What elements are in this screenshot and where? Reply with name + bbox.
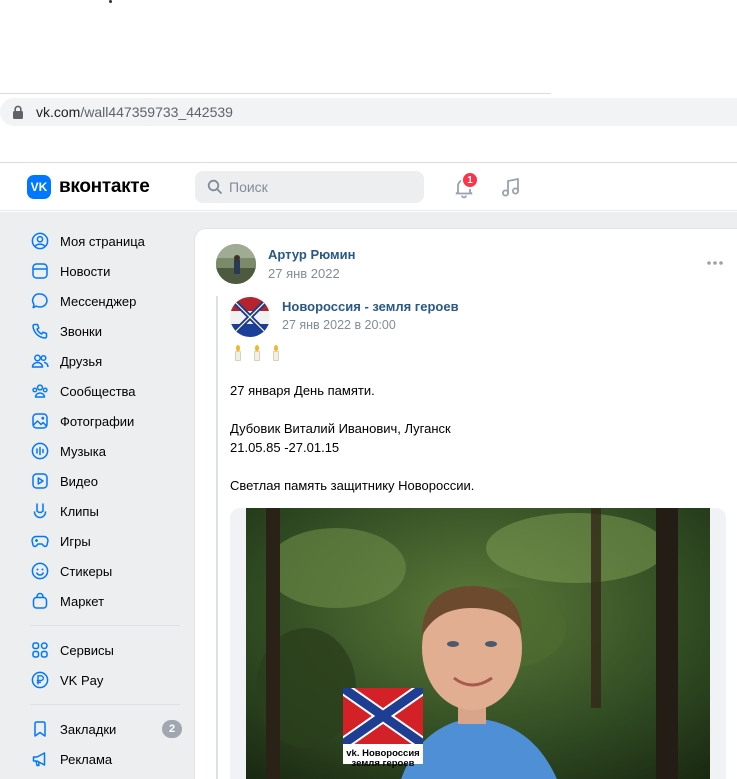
repost-group-name[interactable]: Новороссия - земля героев (282, 299, 459, 314)
sidebar-item-label: Мессенджер (60, 293, 137, 309)
vkpay-icon (30, 670, 50, 690)
video-icon (30, 471, 50, 491)
gamepad-icon (30, 531, 50, 551)
sidebar-item-label: Музыка (60, 443, 106, 459)
music-wave-icon (30, 441, 50, 461)
vk-logo[interactable]: VK вконтакте (27, 175, 150, 199)
sidebar-item-label: Моя страница (60, 233, 145, 249)
sidebar-item-label: Звонки (60, 323, 102, 339)
sidebar-item-friends[interactable]: Друзья (30, 346, 182, 376)
sidebar-item-label: Сообщества (60, 383, 136, 399)
community-icon (30, 381, 50, 401)
url-path: /wall447359733_442539 (80, 104, 233, 120)
sidebar-item-label: Друзья (60, 353, 103, 369)
lock-icon[interactable] (12, 105, 24, 119)
vk-header: VK вконтакте 1 (0, 163, 737, 211)
post-text-line: Дубовик Виталий Иванович, Луганск (230, 421, 451, 436)
browser-tab-dot (109, 0, 112, 3)
sidebar-item-music[interactable]: Музыка (30, 436, 182, 466)
vk-logo-text: вконтакте (59, 176, 150, 197)
sidebar-item-clips[interactable]: Клипы (30, 496, 182, 526)
post-text-line: 27 января День памяти. (230, 383, 375, 398)
sidebar-item-label: Фотографии (60, 413, 135, 429)
post-author-name[interactable]: Артур Рюмин (268, 247, 356, 262)
sidebar-item-communities[interactable]: Сообщества (30, 376, 182, 406)
sidebar-item-label: Реклама (60, 751, 113, 767)
post-date[interactable]: 27 янв 2022 (268, 266, 340, 281)
sidebar-item-label: Видео (60, 473, 98, 489)
sidebar-item-video[interactable]: Видео (30, 466, 182, 496)
more-options-icon[interactable] (705, 253, 725, 273)
candle-icon (250, 345, 263, 361)
smile-icon (30, 561, 50, 581)
candle-icon (231, 345, 244, 361)
author-avatar[interactable] (216, 244, 256, 284)
sidebar-item-photos[interactable]: Фотографии (30, 406, 182, 436)
vk-content-area: Моя страница Новости Мессенджер Звонки Д… (0, 212, 737, 779)
sidebar-item-vkpay[interactable]: VK Pay (30, 665, 182, 695)
sidebar-item-label: Сервисы (60, 642, 114, 658)
sidebar-divider (30, 625, 180, 626)
sidebar-item-label: Новости (60, 263, 111, 279)
sidebar-item-messenger[interactable]: Мессенджер (30, 286, 182, 316)
post-text-line: Светлая память защитнику Новороссии. (230, 478, 475, 493)
browser-url[interactable]: vk.com/wall447359733_442539 (36, 104, 233, 120)
search-input[interactable] (229, 179, 409, 195)
sidebar-item-ads[interactable]: Реклама (30, 744, 182, 774)
sidebar-item-services[interactable]: Сервисы (30, 635, 182, 665)
sidebar-item-label: VK Pay (60, 672, 104, 688)
sidebar-item-label: Клипы (60, 503, 99, 519)
sidebar-divider (30, 704, 180, 705)
sidebar-item-news[interactable]: Новости (30, 256, 182, 286)
sidebar-item-label: Маркет (60, 593, 105, 609)
chat-bubble-icon (30, 291, 50, 311)
search-icon (207, 179, 223, 195)
url-host: vk.com (36, 104, 81, 120)
megaphone-icon (30, 749, 50, 769)
music-note-icon[interactable] (499, 175, 523, 199)
repost-date[interactable]: 27 янв 2022 в 20:00 (282, 318, 396, 332)
user-circle-icon (30, 231, 50, 251)
sidebar-item-stickers[interactable]: Стикеры (30, 556, 182, 586)
newspaper-icon (30, 261, 50, 281)
watermark-badge: vk. Новороссия земля героев (339, 682, 427, 769)
photo-icon (30, 411, 50, 431)
repost-indicator-bar (216, 296, 218, 779)
sidebar-item-label: Игры (60, 533, 91, 549)
wall-post: Артур Рюмин 27 янв 2022 Новороссия - зем… (194, 228, 737, 779)
browser-address-bar[interactable]: vk.com/wall447359733_442539 (0, 98, 737, 126)
candle-emoji-row (231, 345, 282, 361)
sidebar-item-market[interactable]: Маркет (30, 586, 182, 616)
browser-tab-divider (0, 93, 551, 94)
sidebar-item-bookmarks[interactable]: Закладки 2 (30, 714, 182, 744)
services-icon (30, 640, 50, 660)
friends-icon (30, 351, 50, 371)
sidebar-item-label: Закладки (60, 721, 117, 737)
post-text-line: 21.05.85 -27.01.15 (230, 440, 340, 455)
page: vk.com/wall447359733_442539 VK вконтакте… (0, 0, 737, 779)
novorossiya-flag-icon (339, 682, 427, 750)
group-avatar[interactable] (230, 297, 270, 337)
sidebar-item-calls[interactable]: Звонки (30, 316, 182, 346)
bookmarks-count-badge: 2 (162, 720, 182, 738)
notification-badge: 1 (461, 171, 479, 189)
sidebar-item-games[interactable]: Игры (30, 526, 182, 556)
search-box[interactable] (195, 171, 424, 203)
left-sidebar: Моя страница Новости Мессенджер Звонки Д… (30, 226, 182, 774)
bookmark-icon (30, 719, 50, 739)
bag-icon (30, 591, 50, 611)
photo-image: vk. Новороссия земля героев (246, 508, 710, 779)
watermark-line2: земля героев (351, 758, 415, 769)
sidebar-item-my-page[interactable]: Моя страница (30, 226, 182, 256)
sidebar-item-label: Стикеры (60, 563, 113, 579)
post-photo[interactable]: vk. Новороссия земля героев (230, 508, 726, 779)
vk-logo-icon: VK (27, 175, 51, 199)
clips-icon (30, 501, 50, 521)
candle-icon (269, 345, 282, 361)
phone-icon (30, 321, 50, 341)
